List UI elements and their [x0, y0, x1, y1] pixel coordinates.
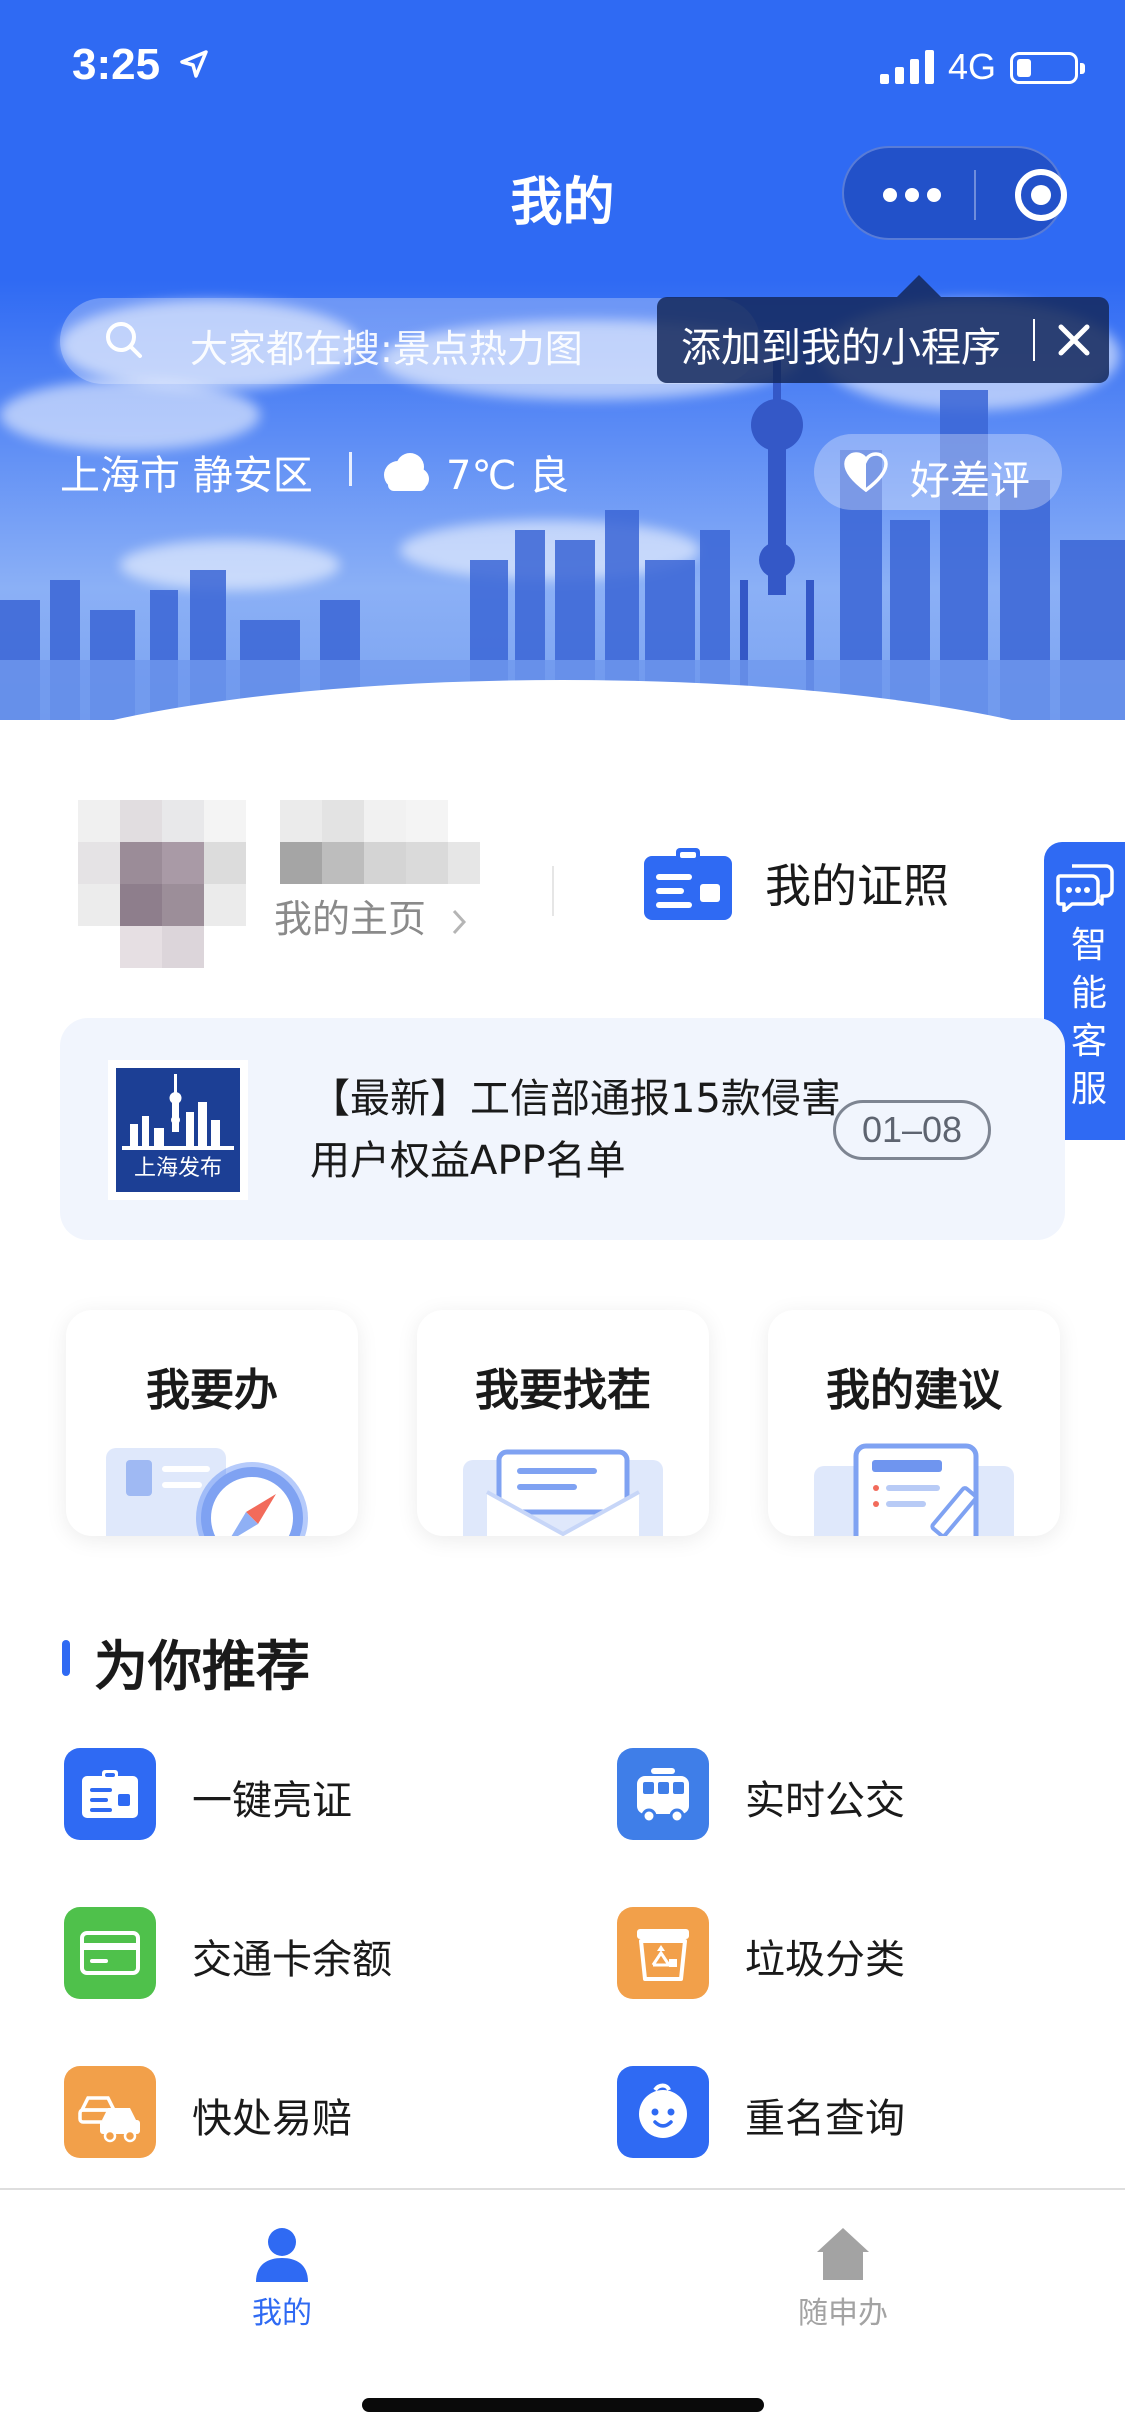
rec-item-label: 一键亮证	[192, 1778, 352, 1824]
report-issue-card[interactable]: 我要找茬	[417, 1310, 709, 1536]
trash-sort-icon	[617, 1907, 709, 1999]
location-divider	[349, 452, 352, 486]
avatar[interactable]	[78, 800, 248, 968]
suggestion-card[interactable]: 我的建议	[768, 1310, 1060, 1536]
id-card-icon	[64, 1748, 156, 1840]
rec-item-realtime-bus[interactable]: 实时公交	[617, 1748, 1057, 1840]
profile-divider	[552, 866, 554, 916]
todo-card-label: 我要办	[146, 1365, 278, 1416]
battery-icon	[1010, 52, 1085, 84]
news-banner[interactable]: 上海发布 【最新】工信部通报15款侵害用户权益APP名单 01–08	[60, 1018, 1065, 1240]
search-placeholder: 大家都在搜:景点热力图	[190, 327, 583, 371]
search-icon	[106, 322, 142, 358]
weather-text: 7℃ 良	[446, 453, 570, 499]
news-title: 【最新】工信部通报15款侵害用户权益APP名单	[310, 1076, 841, 1184]
tab-suishenban-label: 随申办	[798, 2296, 888, 2331]
tab-mine-label: 我的	[252, 2296, 312, 2331]
home-icon	[817, 2228, 869, 2280]
suggestion-label: 我的建议	[826, 1365, 1002, 1416]
recommend-title: 为你推荐	[94, 1635, 310, 1698]
rec-item-quick-claim[interactable]: 快处易赔	[64, 2066, 504, 2158]
location-arrow-icon	[180, 50, 208, 78]
car-accident-icon	[64, 2066, 156, 2158]
review-button[interactable]: 好差评	[814, 434, 1062, 510]
my-homepage-label: 我的主页	[274, 897, 427, 941]
header-banner: 3:25 4G 我的 大家都在搜:景点热力图 添加到我的小程序 上海市 静安区 …	[0, 0, 1125, 720]
rec-item-show-id[interactable]: 一键亮证	[64, 1748, 504, 1840]
smart-service-label: 智能客服	[1070, 925, 1107, 1110]
target-icon[interactable]	[1014, 168, 1068, 222]
battery-level	[1017, 59, 1031, 77]
todo-card[interactable]: 我要办	[66, 1310, 358, 1536]
cloudy-weather-icon	[384, 453, 429, 491]
id-card-icon[interactable]	[644, 848, 732, 920]
rec-item-name-check[interactable]: 重名查询	[617, 2066, 1057, 2158]
home-indicator[interactable]	[362, 2398, 764, 2412]
tooltip-text: 添加到我的小程序	[681, 325, 1001, 371]
network-label: 4G	[948, 46, 997, 87]
transit-card-icon	[64, 1907, 156, 1999]
rec-item-label: 实时公交	[745, 1778, 905, 1824]
rec-item-label: 交通卡余额	[192, 1937, 392, 1983]
chat-bubble-icon	[1056, 864, 1114, 912]
envelope-icon	[463, 1449, 663, 1536]
more-dots-icon[interactable]	[882, 184, 942, 206]
signal-icon	[880, 50, 934, 84]
close-icon[interactable]	[1049, 315, 1099, 365]
tab-mine[interactable]: 我的	[182, 2210, 382, 2331]
status-bar: 3:25 4G	[0, 0, 1125, 132]
news-date-badge: 01–08	[833, 1100, 991, 1160]
bus-icon	[617, 1748, 709, 1840]
rec-item-label: 垃圾分类	[745, 1937, 905, 1983]
user-name-blurred	[280, 800, 480, 884]
heart-icon	[844, 452, 888, 492]
report-issue-label: 我要找茬	[475, 1365, 651, 1416]
person-icon	[256, 2228, 308, 2282]
status-time: 3:25	[72, 40, 161, 89]
miniprogram-capsule	[842, 146, 1067, 240]
rec-item-transit-card[interactable]: 交通卡余额	[64, 1907, 504, 1999]
location-label[interactable]: 上海市 静安区	[60, 443, 313, 501]
my-license-label[interactable]: 我的证照	[765, 850, 949, 916]
rec-item-label: 快处易赔	[192, 2096, 352, 2142]
compass-document-icon	[106, 1448, 308, 1536]
chevron-right-icon	[452, 909, 467, 934]
baby-face-icon	[617, 2066, 709, 2158]
rec-item-label: 重名查询	[745, 2096, 905, 2142]
search-bar[interactable]: 大家都在搜:景点热力图	[60, 298, 760, 384]
section-accent-bar	[62, 1640, 70, 1676]
my-homepage-link[interactable]: 我的主页	[274, 888, 470, 943]
rec-item-waste-sorting[interactable]: 垃圾分类	[617, 1907, 1057, 1999]
logo-caption: 上海发布	[133, 1156, 222, 1181]
city-skyline-illustration	[0, 330, 1125, 720]
tab-suishenban[interactable]: 随申办	[743, 2210, 943, 2331]
shanghai-release-logo: 上海发布	[108, 1060, 248, 1200]
add-to-miniprogram-tooltip[interactable]: 添加到我的小程序	[657, 275, 1109, 383]
edit-document-icon	[814, 1443, 1014, 1536]
review-label: 好差评	[910, 458, 1030, 504]
